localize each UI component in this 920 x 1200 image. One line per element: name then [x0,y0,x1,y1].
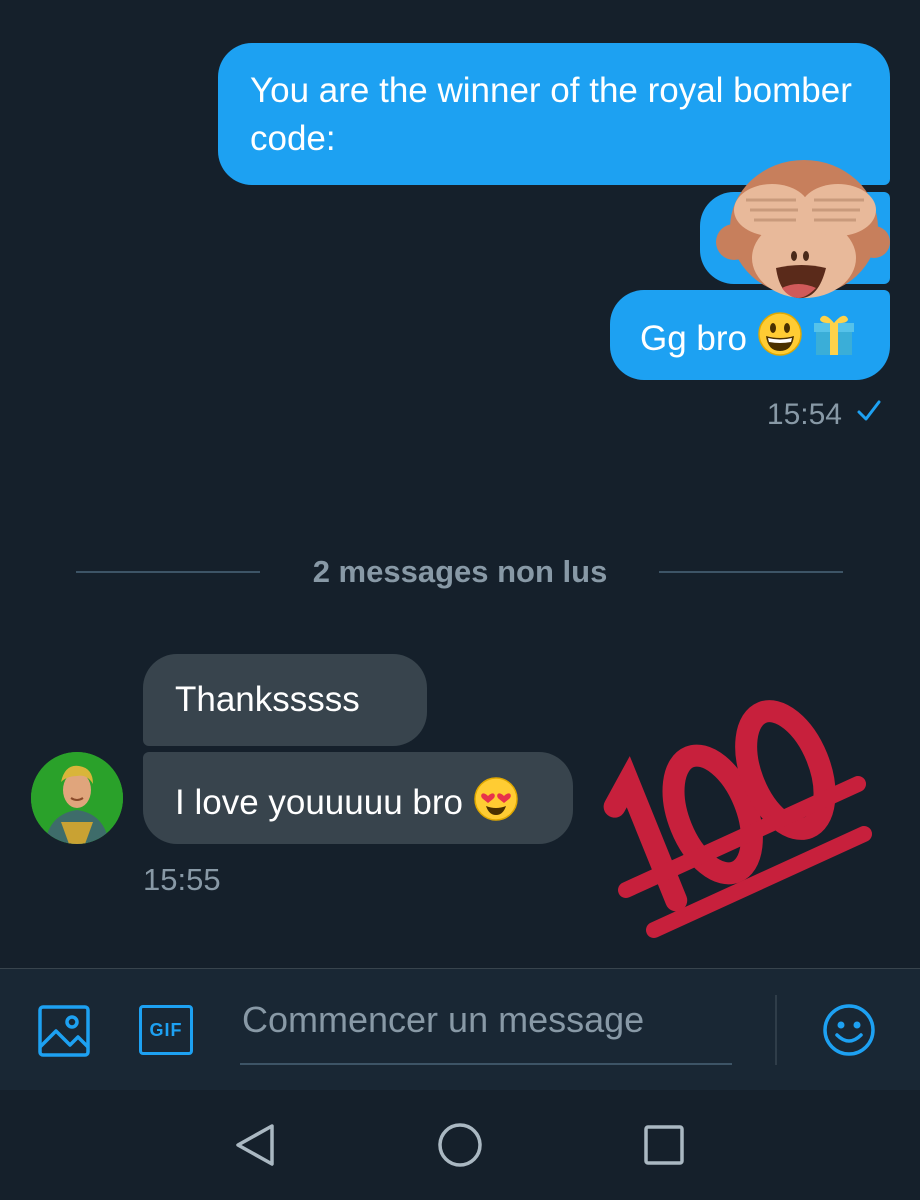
message-input-placeholder: Commencer un message [242,999,645,1040]
system-navigation-bar [0,1090,920,1200]
composer-separator [775,995,777,1065]
heart-eyes-emoji [473,776,519,833]
outgoing-message[interactable]: Gg bro [610,290,890,380]
image-icon[interactable] [38,1005,90,1057]
message-input-underline [240,1063,732,1065]
sent-checkmark-icon [856,398,882,432]
conversation-view: You are the winner of the royal bomber c… [0,0,920,968]
message-time: 15:54 [766,398,842,431]
back-icon[interactable] [222,1112,288,1178]
message-text: You are the winner of the royal bomber c… [250,71,852,158]
outgoing-timestamp: 15:54 [767,398,882,432]
gif-label: GIF [149,1019,183,1040]
home-icon[interactable] [427,1112,493,1178]
hundred-points-emoji [578,684,874,946]
incoming-message[interactable]: I love youuuuu bro [143,752,573,844]
message-text: I love youuuuu bro [175,782,463,822]
see-no-evil-monkey-emoji [706,150,890,300]
message-text: Thanksssss [175,680,360,719]
incoming-timestamp: 15:55 [143,862,221,897]
gif-icon[interactable]: GIF [139,1005,193,1055]
divider-line-right [659,571,843,573]
incoming-message[interactable]: Thanksssss [143,654,427,746]
avatar[interactable] [31,752,123,844]
unread-divider: 2 messages non lus [0,548,920,598]
gift-emoji [812,311,856,370]
message-input[interactable]: Commencer un message [242,999,732,1041]
grinning-face-emoji [757,311,803,370]
message-text: Gg bro [640,318,747,358]
emoji-icon[interactable] [822,1003,876,1057]
recents-icon[interactable] [631,1112,697,1178]
message-composer: GIF Commencer un message [0,968,920,1091]
